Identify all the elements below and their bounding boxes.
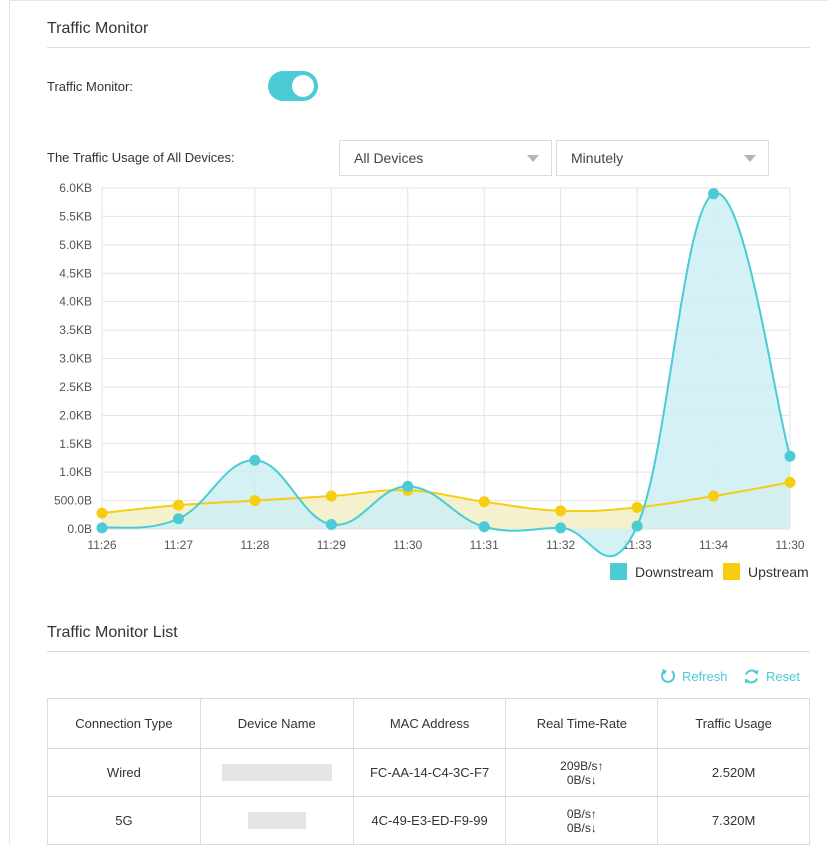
x-tick-label: 11:30 <box>775 538 804 552</box>
chevron-down-icon <box>527 155 539 162</box>
y-tick-label: 500.0B <box>54 494 92 508</box>
toggle-knob <box>292 75 314 97</box>
table-header-row: Connection Type Device Name MAC Address … <box>47 698 810 749</box>
interval-select[interactable]: Minutely <box>556 140 769 176</box>
upstream-swatch <box>723 563 740 580</box>
data-point-downstream <box>325 518 337 530</box>
y-tick-label: 6.0KB <box>59 181 92 195</box>
title-divider <box>47 47 810 48</box>
y-tick-label: 2.0KB <box>59 408 92 422</box>
traffic-monitor-toggle[interactable] <box>268 71 318 101</box>
reset-button[interactable]: Reset <box>743 668 800 685</box>
refresh-icon <box>661 668 675 683</box>
connection-type-cell: Wired <box>47 748 201 797</box>
table-row: 5G 4C-49-E3-ED-F9-99 0B/s↑ 0B/s↓ 7.320M <box>47 796 810 845</box>
traffic-monitor-list-title: Traffic Monitor List <box>47 624 178 641</box>
col-traffic-usage: Traffic Usage <box>657 698 810 749</box>
data-point-downstream <box>249 454 261 466</box>
legend-upstream: Upstream <box>723 563 809 580</box>
traffic-monitor-table: Connection Type Device Name MAC Address … <box>47 698 810 845</box>
data-point-downstream <box>555 522 567 534</box>
data-point-downstream <box>96 522 108 534</box>
data-point-upstream <box>555 505 567 517</box>
rate-down: 0B/s↓ <box>566 820 597 835</box>
real-time-rate-cell: 0B/s↑ 0B/s↓ <box>505 796 659 845</box>
data-point-upstream <box>784 476 796 488</box>
redacted-device-name <box>221 764 332 782</box>
mac-address-cell: FC-AA-14-C4-3C-F7 <box>352 748 507 797</box>
x-tick-label: 11:34 <box>699 538 728 552</box>
device-name-cell <box>199 796 354 845</box>
traffic-usage-label: The Traffic Usage of All Devices: <box>47 150 235 165</box>
data-point-downstream <box>708 188 720 200</box>
chevron-down-icon <box>744 155 756 162</box>
y-tick-label: 5.5KB <box>59 209 92 223</box>
traffic-usage-cell: 7.320M <box>657 796 810 845</box>
x-tick-label: 11:26 <box>87 538 116 552</box>
data-point-upstream <box>172 499 184 511</box>
y-tick-label: 0.0B <box>67 522 92 536</box>
redacted-device-name <box>247 812 306 830</box>
connection-type-cell: 5G <box>47 796 201 845</box>
reset-label: Reset <box>766 669 800 684</box>
col-connection-type: Connection Type <box>47 698 201 749</box>
real-time-rate-cell: 209B/s↑ 0B/s↓ <box>505 748 659 797</box>
y-tick-label: 4.5KB <box>59 266 92 280</box>
y-tick-label: 5.0KB <box>59 238 92 252</box>
data-point-downstream <box>478 521 490 533</box>
data-point-upstream <box>325 490 337 502</box>
traffic-chart: 0.0B 500.0B 1.0KB 1.5KB 2.0KB 2.5KB 3.0KB 3.5KB… <box>54 181 805 558</box>
refresh-button[interactable]: Refresh <box>660 668 728 684</box>
y-tick-label: 4.0KB <box>59 295 92 309</box>
reset-icon <box>744 669 759 684</box>
x-tick-label: 11:32 <box>546 538 575 552</box>
rate-down: 0B/s↓ <box>566 772 597 787</box>
data-point-downstream <box>631 520 643 532</box>
refresh-label: Refresh <box>682 668 728 684</box>
rate-up: 209B/s↑ <box>560 758 604 773</box>
device-name-cell <box>199 748 354 797</box>
x-tick-label: 11:30 <box>393 538 422 552</box>
downstream-swatch <box>610 563 627 580</box>
col-mac-address: MAC Address <box>352 698 507 749</box>
col-real-time-rate: Real Time-Rate <box>505 698 659 749</box>
data-point-upstream <box>249 495 261 507</box>
list-divider <box>47 651 810 652</box>
data-point-downstream <box>402 480 414 492</box>
y-tick-label: 1.5KB <box>59 437 92 451</box>
data-point-upstream <box>708 490 720 502</box>
y-tick-label: 3.5KB <box>59 323 92 337</box>
y-tick-label: 3.0KB <box>59 352 92 366</box>
col-device-name: Device Name <box>199 698 354 749</box>
x-tick-label: 11:27 <box>164 538 193 552</box>
data-point-upstream <box>631 501 643 513</box>
rate-up: 0B/s↑ <box>566 806 597 821</box>
device-select[interactable]: All Devices <box>339 140 552 176</box>
downstream-label: Downstream <box>635 563 714 580</box>
data-point-downstream <box>784 450 796 462</box>
x-tick-label: 11:28 <box>240 538 269 552</box>
mac-address-cell: 4C-49-E3-ED-F9-99 <box>352 796 507 845</box>
interval-select-value: Minutely <box>571 150 624 166</box>
traffic-usage-cell: 2.520M <box>657 748 810 797</box>
traffic-monitor-toggle-label: Traffic Monitor: <box>47 79 133 94</box>
device-select-value: All Devices <box>354 150 424 166</box>
data-point-downstream <box>172 513 184 525</box>
data-point-upstream <box>96 507 108 519</box>
upstream-label: Upstream <box>748 563 809 580</box>
x-tick-label: 11:31 <box>470 538 499 552</box>
table-row: Wired FC-AA-14-C4-3C-F7 209B/s↑ 0B/s↓ 2.… <box>47 748 810 797</box>
page-title: Traffic Monitor <box>47 20 149 37</box>
y-tick-label: 2.5KB <box>59 380 92 394</box>
x-tick-label: 11:29 <box>317 538 346 552</box>
y-tick-label: 1.0KB <box>59 465 92 479</box>
legend-downstream: Downstream <box>610 563 714 580</box>
data-point-upstream <box>478 496 490 508</box>
